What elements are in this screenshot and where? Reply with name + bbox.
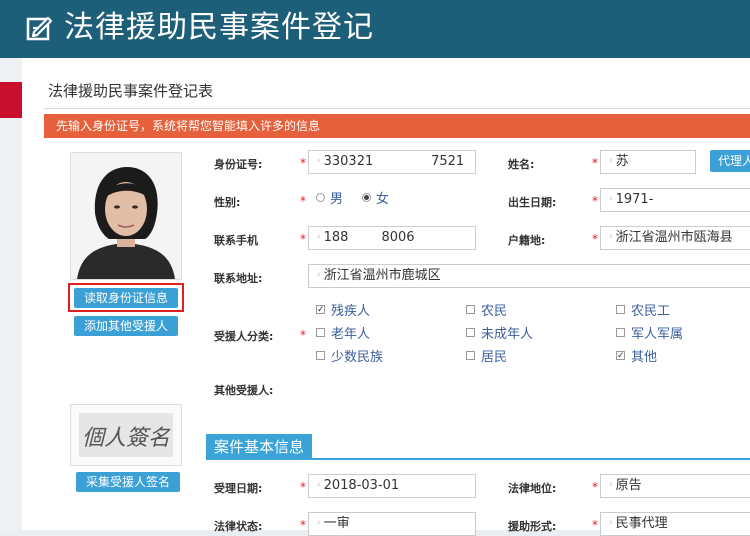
checkbox-icon [466,305,475,314]
legal-position-select[interactable]: 原告 [600,474,750,498]
phone-label: 联系手机 [214,234,258,247]
required-mark: * [300,480,306,494]
aid-form-select[interactable]: 民事代理 [600,512,750,536]
checkbox-icon [316,328,325,337]
case-section-header: 案件基本信息 [206,434,750,460]
gender-female-radio[interactable]: 女 [362,192,389,208]
legal-state-label: 法律状态: [214,520,263,533]
category-other-checkbox[interactable]: ✓ 其他 [616,350,657,366]
category-label: 受援人分类: [214,330,274,343]
required-mark: * [300,328,306,342]
accept-date-input[interactable]: 2018-03-01 [308,474,476,498]
name-label: 姓名: [508,158,535,171]
category-military-checkbox[interactable]: 军人军属 [616,327,683,343]
id-photo [70,152,182,280]
app-header: 法律援助民事案件登记 [0,0,750,58]
name-input[interactable]: 苏 [600,150,696,174]
category-ethnic-minority-checkbox[interactable]: 少数民族 [316,350,383,366]
legal-state-select[interactable]: 一审 [308,512,476,536]
required-mark: * [592,194,598,208]
main-panel: 法律援助民事案件登记表 先输入身份证号，系统将帮您智能填入许多的信息 读取身份证… [22,58,750,536]
form-title: 法律援助民事案件登记表 [48,82,214,100]
required-mark: * [592,156,598,170]
gender-label: 性别: [214,196,241,209]
required-mark: * [592,480,598,494]
birth-date-input[interactable]: 1971- [600,188,750,212]
category-minor-checkbox[interactable]: 未成年人 [466,327,533,343]
checkbox-icon [466,328,475,337]
app-title: 法律援助民事案件登记 [64,10,374,45]
category-disabled-checkbox[interactable]: ✓ 残疾人 [316,304,370,320]
birth-date-label: 出生日期: [508,196,557,209]
checkbox-checked-icon: ✓ [616,351,625,361]
edit-icon [26,16,53,41]
collect-signature-button[interactable]: 采集受援人签名 [76,472,180,492]
other-aided-label: 其他受援人: [214,384,274,397]
title-divider [44,108,750,109]
address-label: 联系地址: [214,272,263,285]
checkbox-checked-icon: ✓ [316,305,325,315]
address-input[interactable]: 浙江省温州市鹿城区 [308,264,750,288]
id-number-label: 身份证号: [214,158,263,171]
category-resident-checkbox[interactable]: 居民 [466,350,507,366]
hukou-label: 户籍地: [508,234,546,247]
signature-box: 個人簽名 [70,404,182,466]
category-farmer-checkbox[interactable]: 农民 [466,304,507,320]
required-mark: * [300,194,306,208]
agent-button[interactable]: 代理人 [710,150,750,172]
legal-position-label: 法律地位: [508,482,557,495]
phone-input[interactable]: 188 8006 [308,226,476,250]
aid-form-label: 援助形式: [508,520,557,533]
required-mark: * [300,156,306,170]
radio-selected-icon [362,193,371,202]
checkbox-icon [616,305,625,314]
required-mark: * [300,232,306,246]
required-mark: * [592,232,598,246]
add-other-aided-button[interactable]: 添加其他受援人 [74,316,178,336]
category-elderly-checkbox[interactable]: 老年人 [316,327,370,343]
hukou-input[interactable]: 浙江省温州市瓯海县 [600,226,750,250]
signature-image: 個人簽名 [79,413,173,457]
case-section-title: 案件基本信息 [206,434,313,460]
checkbox-icon [316,351,325,360]
left-sidebar [0,58,22,530]
notice-banner: 先输入身份证号，系统将帮您智能填入许多的信息 [44,114,750,138]
checkbox-icon [466,351,475,360]
id-number-input[interactable]: 330321 7521 [308,150,476,174]
portrait-image [71,153,181,279]
radio-icon [316,193,325,202]
checkbox-icon [616,328,625,337]
sidebar-active-marker [0,82,22,118]
highlight-box [68,283,184,312]
accept-date-label: 受理日期: [214,482,263,495]
signature-text: 個人簽名 [82,426,171,451]
category-migrant-worker-checkbox[interactable]: 农民工 [616,304,670,320]
gender-male-radio[interactable]: 男 [316,192,343,208]
